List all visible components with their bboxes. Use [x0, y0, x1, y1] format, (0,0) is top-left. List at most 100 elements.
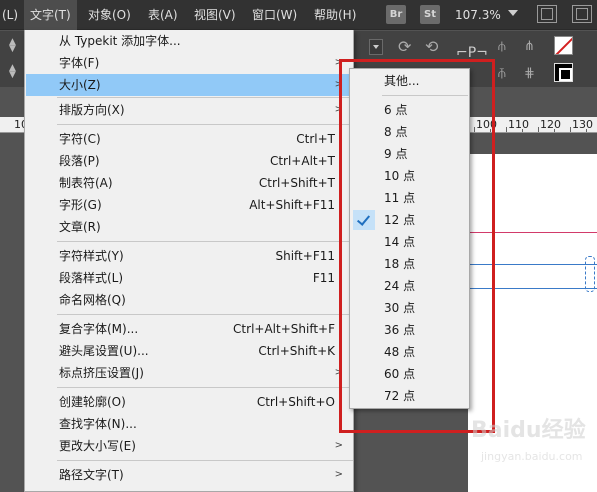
- size-item-60[interactable]: 60 点: [351, 363, 469, 385]
- submenu-arrow-icon: >: [334, 79, 343, 90]
- menu-item-shortcut: Ctrl+Shift+T: [258, 176, 335, 190]
- ruler-label: 110: [508, 118, 529, 131]
- size-item-12[interactable]: 12 点: [351, 209, 469, 231]
- menu-separator: [382, 95, 468, 96]
- menu-item-shortcut: Ctrl+Shift+O: [256, 395, 335, 409]
- submenu-arrow-icon: >: [334, 469, 343, 480]
- rotate-cw-icon[interactable]: ⟳: [398, 38, 411, 56]
- size-item-18[interactable]: 18 点: [351, 253, 469, 275]
- size-item-label: 8 点: [384, 125, 408, 139]
- menu-item-add-typekit-fonts[interactable]: 从 Typekit 添加字体...: [26, 30, 353, 52]
- menu-item-size[interactable]: 大小(Z) >: [26, 74, 353, 96]
- menu-object[interactable]: 对象(O): [82, 0, 137, 30]
- menu-item-mojikumi[interactable]: 标点挤压设置(J) >: [26, 362, 353, 384]
- menu-view[interactable]: 视图(V): [188, 0, 242, 30]
- menu-item-shortcut: Alt+Shift+F11: [249, 198, 335, 212]
- fill-swatch-none[interactable]: [554, 36, 573, 55]
- distribute-icon[interactable]: ⋔: [524, 38, 535, 56]
- menu-item-find-font[interactable]: 查找字体(N)...: [26, 413, 353, 435]
- menu-item-glyphs[interactable]: 字形(G) Alt+Shift+F11: [26, 194, 353, 216]
- menu-item-tabs[interactable]: 制表符(A) Ctrl+Shift+T: [26, 172, 353, 194]
- menu-item-change-case[interactable]: 更改大小写(E) >: [26, 435, 353, 457]
- text-frame-icon[interactable]: ⌐P¬: [456, 44, 488, 62]
- menu-item-label: 字符(C): [59, 132, 101, 146]
- menu-item-kinsoku[interactable]: 避头尾设置(U)... Ctrl+Shift+K: [26, 340, 353, 362]
- ruler-label: 120: [540, 118, 561, 131]
- menu-item-label: 字体(F): [59, 56, 100, 70]
- stroke-swatch[interactable]: [554, 63, 573, 82]
- menu-item-font[interactable]: 字体(F) >: [26, 52, 353, 74]
- menu-item-label: 段落(P): [59, 154, 100, 168]
- menu-item-label: 路径文字(T): [59, 468, 124, 482]
- stock-badge[interactable]: St: [420, 5, 440, 24]
- menu-item-create-outlines[interactable]: 创建轮廓(O) Ctrl+Shift+O: [26, 391, 353, 413]
- size-item-30[interactable]: 30 点: [351, 297, 469, 319]
- size-item-6[interactable]: 6 点: [351, 99, 469, 121]
- size-item-8[interactable]: 8 点: [351, 121, 469, 143]
- bridge-badge[interactable]: Br: [386, 5, 406, 24]
- menu-item-label: 段落样式(L): [59, 271, 124, 285]
- arrange-documents-icon[interactable]: [572, 5, 592, 23]
- menu-layout[interactable]: (L): [0, 0, 24, 30]
- menu-item-label: 字形(G): [59, 198, 102, 212]
- menu-item-type-on-path[interactable]: 路径文字(T) >: [26, 464, 353, 486]
- size-item-label: 11 点: [384, 191, 416, 205]
- size-item-9[interactable]: 9 点: [351, 143, 469, 165]
- size-item-24[interactable]: 24 点: [351, 275, 469, 297]
- screen-mode-icon[interactable]: [537, 5, 557, 23]
- menu-item-named-grids[interactable]: 命名网格(Q): [26, 289, 353, 311]
- menu-item-shortcut: F11: [312, 271, 335, 285]
- menu-item-character[interactable]: 字符(C) Ctrl+T: [26, 128, 353, 150]
- menu-item-paragraph-styles[interactable]: 段落样式(L) F11: [26, 267, 353, 289]
- size-item-label: 其他...: [384, 74, 420, 88]
- menu-item-orientation[interactable]: 排版方向(X) >: [26, 99, 353, 121]
- size-item-other[interactable]: 其他...: [351, 70, 469, 92]
- submenu-arrow-icon: >: [334, 367, 343, 378]
- text-frame-edge[interactable]: [468, 264, 597, 265]
- stepper-icon[interactable]: ▲ ▼: [9, 38, 19, 54]
- size-item-label: 10 点: [384, 169, 416, 183]
- menu-item-label: 文章(R): [59, 220, 101, 234]
- dropdown-icon[interactable]: [369, 39, 383, 55]
- menu-separator: [57, 124, 353, 125]
- distribute-v-icon[interactable]: ⋕: [524, 65, 535, 83]
- menu-item-label: 从 Typekit 添加字体...: [59, 34, 181, 48]
- size-item-label: 24 点: [384, 279, 416, 293]
- size-item-36[interactable]: 36 点: [351, 319, 469, 341]
- menu-table[interactable]: 表(A): [142, 0, 184, 30]
- menu-item-shortcut: Ctrl+Alt+Shift+F: [233, 322, 335, 336]
- menu-item-story[interactable]: 文章(R): [26, 216, 353, 238]
- watermark-brand: Baidu经验: [471, 418, 586, 443]
- menu-item-character-styles[interactable]: 字符样式(Y) Shift+F11: [26, 245, 353, 267]
- rotate-ccw-icon[interactable]: ⟲: [425, 38, 438, 56]
- menu-item-label: 大小(Z): [59, 78, 101, 92]
- size-item-label: 14 点: [384, 235, 416, 249]
- menu-separator: [57, 314, 353, 315]
- menu-item-label: 制表符(A): [59, 176, 113, 190]
- menu-text[interactable]: 文字(T): [24, 0, 77, 30]
- menu-item-label: 标点挤压设置(J): [59, 366, 144, 380]
- size-item-48[interactable]: 48 点: [351, 341, 469, 363]
- menu-item-paragraph[interactable]: 段落(P) Ctrl+Alt+T: [26, 150, 353, 172]
- menu-item-label: 命名网格(Q): [59, 293, 126, 307]
- text-frame-edge[interactable]: [468, 288, 597, 289]
- size-item-72[interactable]: 72 点: [351, 385, 469, 407]
- align-bottom-icon[interactable]: ⫚: [498, 65, 506, 83]
- zoom-dropdown-icon[interactable]: [508, 10, 518, 16]
- text-menu-dropdown: 从 Typekit 添加字体... 字体(F) > 大小(Z) > 排版方向(X…: [24, 30, 354, 492]
- text-frame-handle[interactable]: [585, 256, 595, 292]
- menu-window[interactable]: 窗口(W): [246, 0, 303, 30]
- stepper-icon[interactable]: ▲ ▼: [9, 64, 19, 80]
- size-item-10[interactable]: 10 点: [351, 165, 469, 187]
- watermark-url: jingyan.baidu.com: [481, 450, 583, 463]
- margin-guide: [468, 232, 597, 233]
- menu-item-label: 查找字体(N)...: [59, 417, 137, 431]
- size-item-14[interactable]: 14 点: [351, 231, 469, 253]
- zoom-level[interactable]: 107.3%: [455, 0, 501, 30]
- menu-help[interactable]: 帮助(H): [308, 0, 362, 30]
- align-top-icon[interactable]: ⫛: [498, 38, 506, 56]
- size-item-11[interactable]: 11 点: [351, 187, 469, 209]
- menu-item-label: 更改大小写(E): [59, 439, 136, 453]
- ruler-label: 130: [572, 118, 593, 131]
- menu-item-composite-fonts[interactable]: 复合字体(M)... Ctrl+Alt+Shift+F: [26, 318, 353, 340]
